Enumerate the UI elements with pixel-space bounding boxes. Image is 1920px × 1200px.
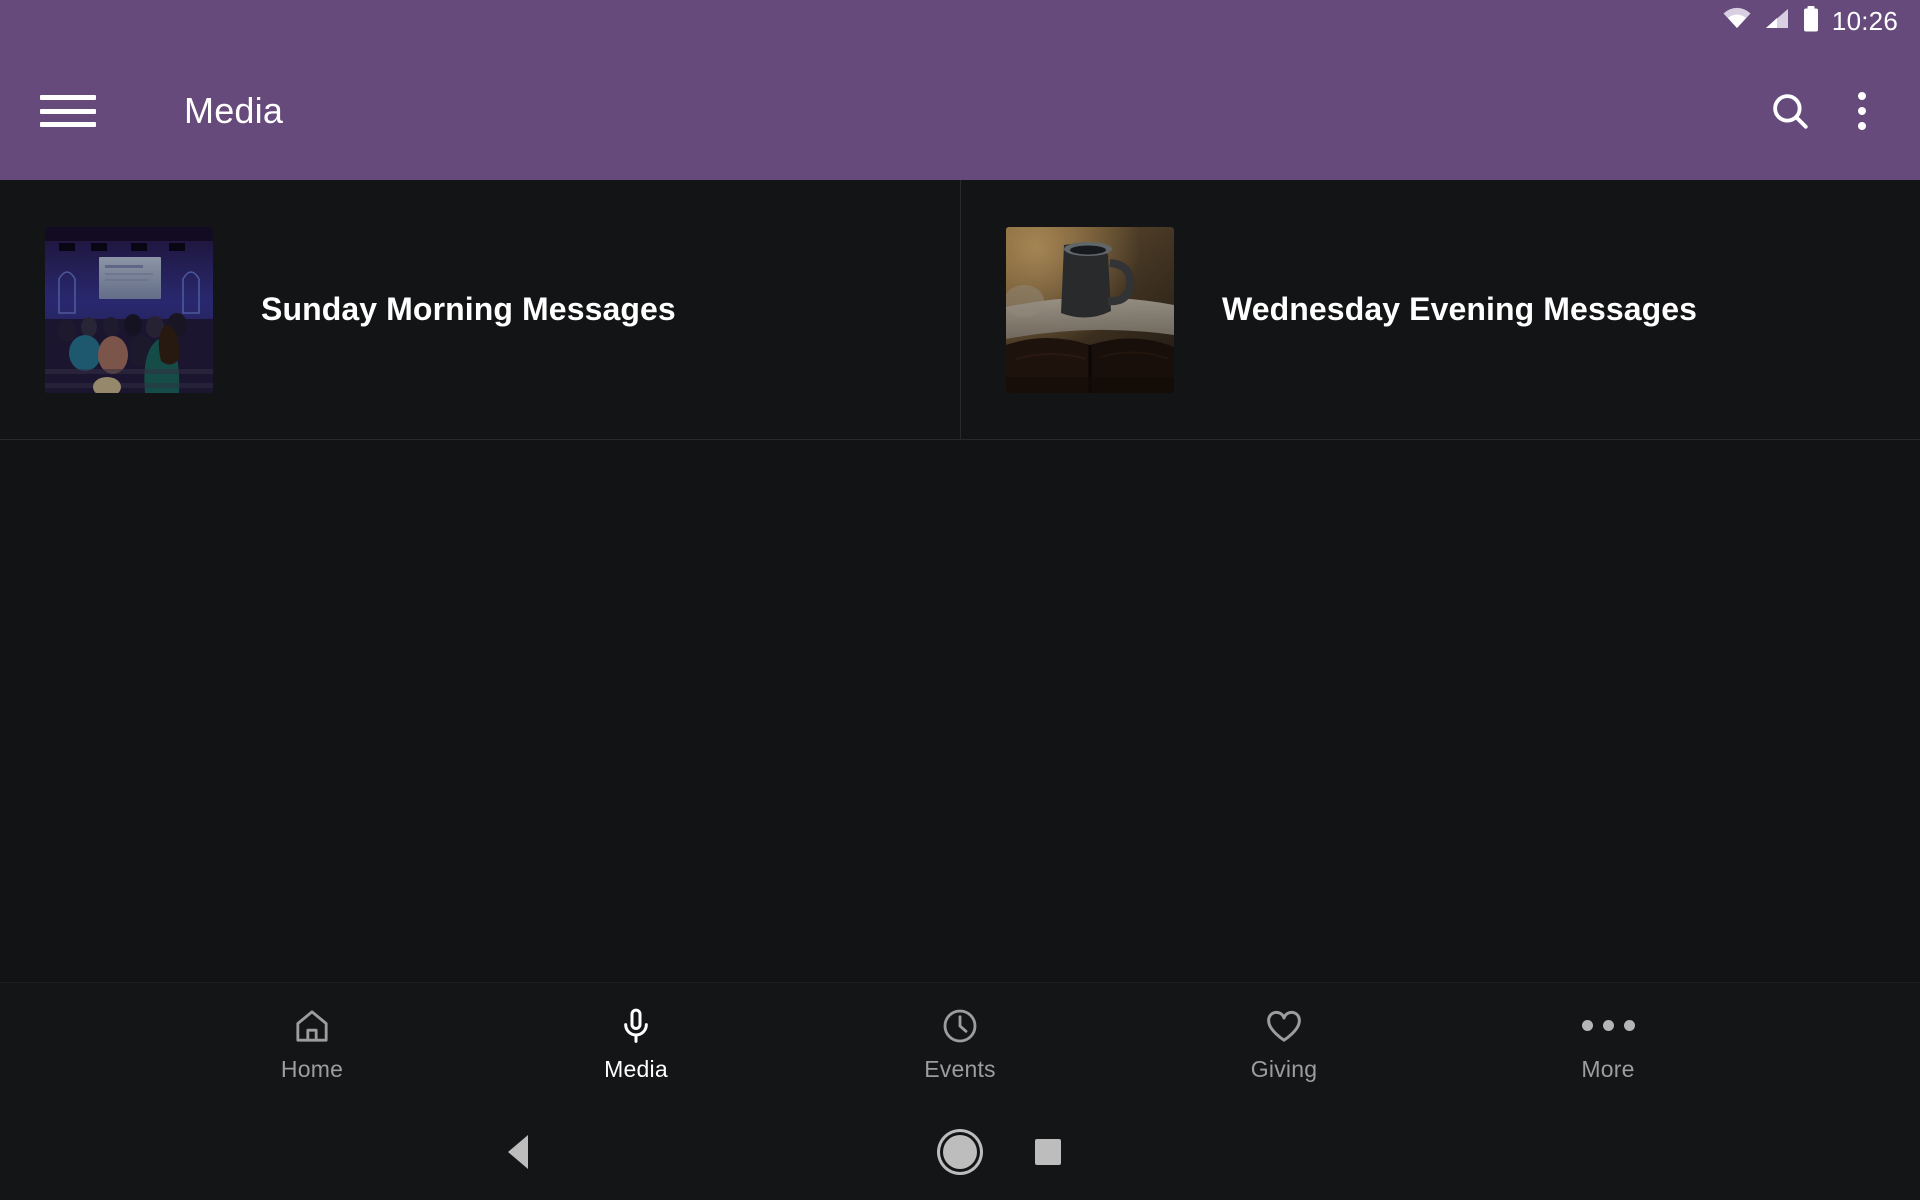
- microphone-icon: [616, 1005, 656, 1047]
- tab-label: More: [1581, 1055, 1635, 1082]
- overflow-menu-icon[interactable]: [1826, 75, 1898, 147]
- status-bar-clock: 10:26: [1831, 6, 1898, 36]
- more-horizontal-icon: [1581, 1005, 1635, 1047]
- church-sanctuary-congregation-thumbnail: [45, 226, 213, 393]
- content-area: [0, 440, 1920, 982]
- search-icon[interactable]: [1754, 75, 1826, 147]
- media-card[interactable]: Sunday Morning Messages: [0, 180, 960, 439]
- heart-icon: [1264, 1005, 1304, 1047]
- coffee-mug-open-bible-thumbnail: [1006, 226, 1174, 393]
- media-card-title: Sunday Morning Messages: [261, 291, 676, 328]
- tab-label: Giving: [1250, 1055, 1318, 1082]
- tab-media[interactable]: Media: [474, 983, 798, 1104]
- page-title: Media: [184, 90, 284, 131]
- tab-more[interactable]: More: [1446, 983, 1770, 1104]
- media-grid: Sunday Morning Messages Wednesday Evenin…: [0, 180, 1920, 440]
- home-icon: [292, 1005, 332, 1047]
- tab-events[interactable]: Events: [798, 983, 1122, 1104]
- app-bar: Media: [0, 42, 1920, 180]
- tab-label: Home: [280, 1055, 344, 1082]
- back-triangle-icon[interactable]: [458, 1104, 578, 1200]
- tab-giving[interactable]: Giving: [1122, 983, 1446, 1104]
- status-bar-icons: [1722, 5, 1820, 37]
- app-root: 10:26 Media Sunday Morning Messages Wedn…: [0, 0, 1920, 1200]
- hamburger-menu-icon[interactable]: [40, 88, 96, 134]
- clock-icon: [940, 1005, 980, 1047]
- recents-square-icon[interactable]: [988, 1104, 1108, 1200]
- bottom-tab-bar: Home Media Events Giving More: [0, 982, 1920, 1104]
- android-system-nav: [0, 1104, 1920, 1200]
- media-card-title: Wednesday Evening Messages: [1222, 291, 1698, 328]
- status-bar: 10:26: [0, 0, 1920, 42]
- wifi-icon: [1722, 7, 1752, 36]
- cellular-signal-icon: [1764, 7, 1790, 36]
- tab-home[interactable]: Home: [150, 983, 474, 1104]
- tab-label: Events: [924, 1055, 996, 1082]
- battery-icon: [1802, 5, 1820, 37]
- media-card[interactable]: Wednesday Evening Messages: [960, 180, 1920, 439]
- tab-label: Media: [604, 1055, 668, 1082]
